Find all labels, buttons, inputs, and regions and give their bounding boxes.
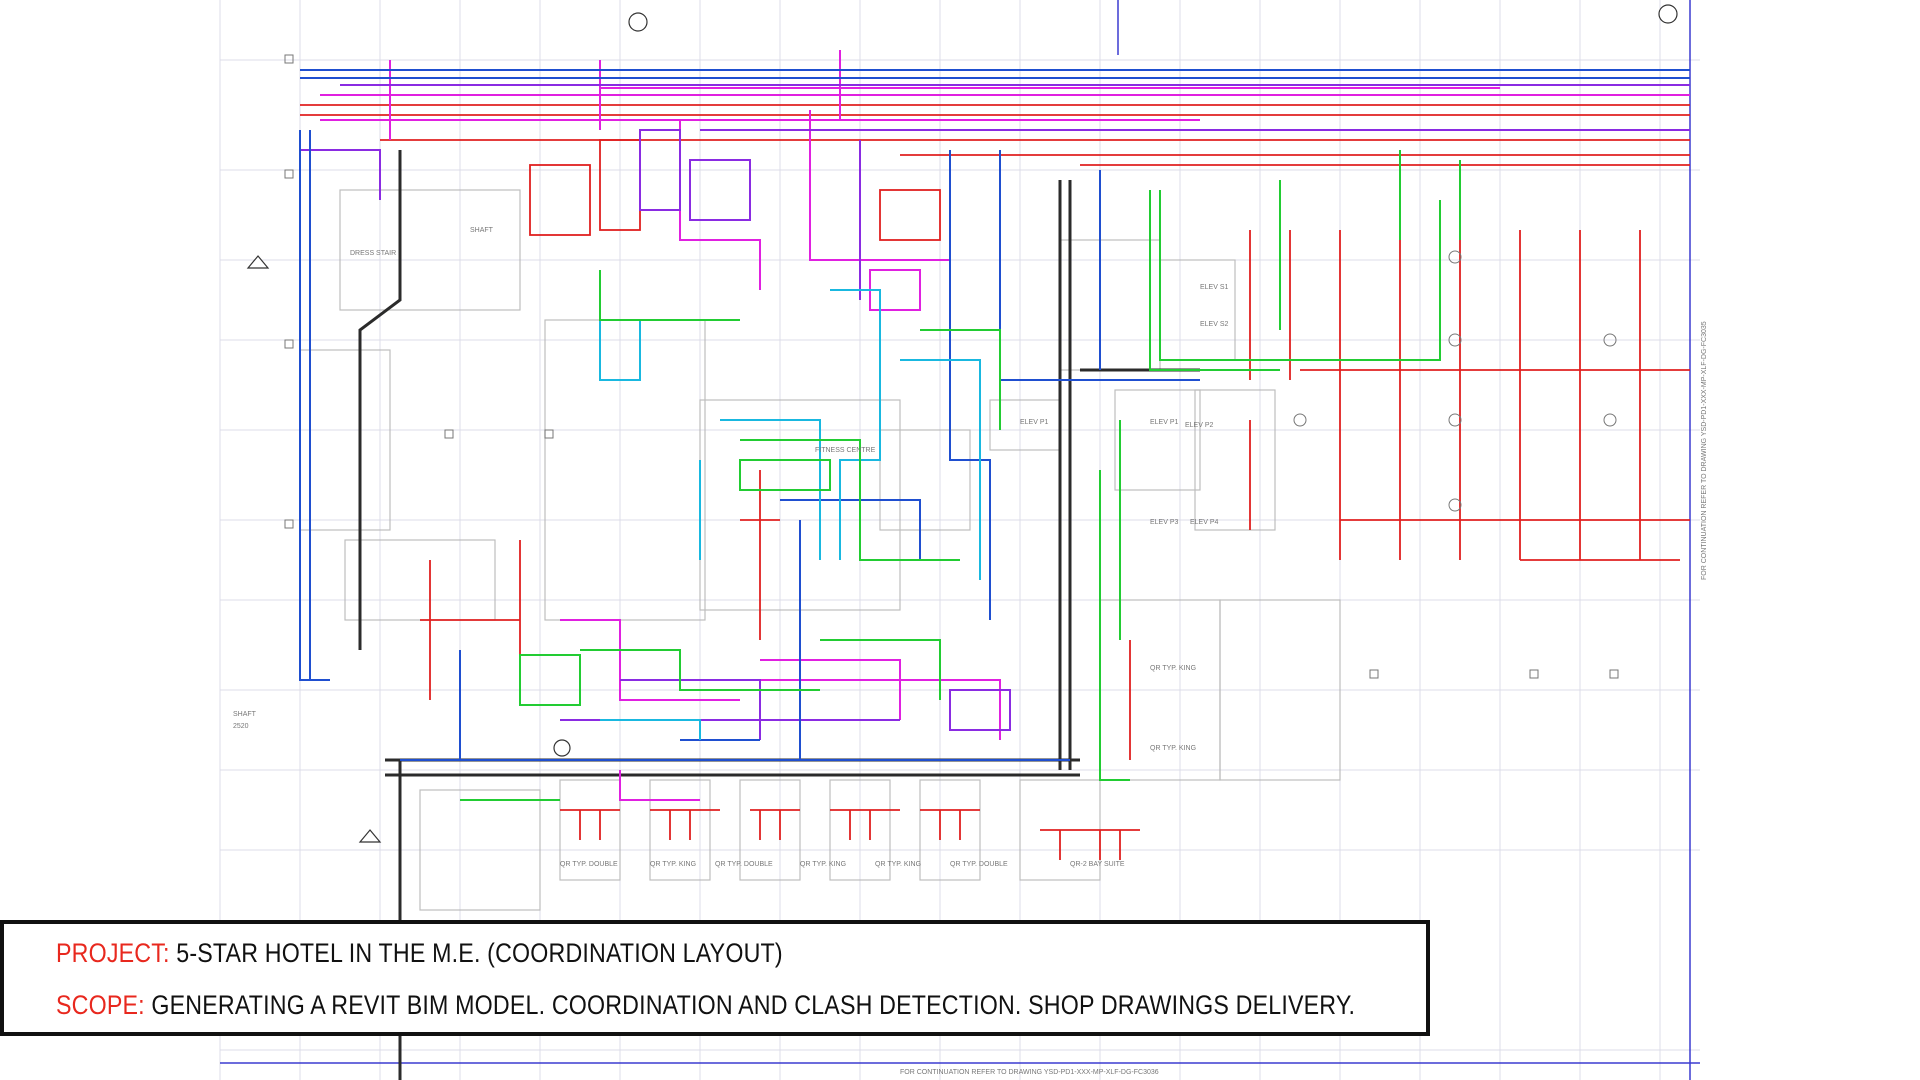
project-info-panel: PROJECT: 5-STAR HOTEL IN THE M.E. (COORD…: [0, 920, 1430, 1036]
svg-text:ELEV P1: ELEV P1: [1150, 419, 1179, 426]
duct-blue: [299, 69, 1690, 761]
svg-text:ELEV P2: ELEV P2: [1185, 422, 1214, 429]
svg-text:QR TYP. KING: QR TYP. KING: [875, 861, 921, 868]
svg-text:QR TYP. KING: QR TYP. KING: [650, 861, 696, 868]
room-labels: SHAFT DRESS STAIR SHAFT 2520 ELEV S1 ELE…: [233, 227, 1229, 868]
scope-line: SCOPE: GENERATING A REVIT BIM MODEL. COO…: [56, 990, 1355, 1021]
duct-green: [460, 150, 1461, 801]
project-value: 5-STAR HOTEL IN THE M.E. (COORDINATION L…: [176, 938, 783, 968]
fixture-symbols: [284, 54, 1619, 679]
scope-value: GENERATING A REVIT BIM MODEL. COORDINATI…: [151, 990, 1356, 1020]
svg-text:ELEV P4: ELEV P4: [1190, 519, 1219, 526]
project-line: PROJECT: 5-STAR HOTEL IN THE M.E. (COORD…: [56, 938, 783, 969]
svg-text:DRESS STAIR: DRESS STAIR: [350, 250, 396, 257]
svg-text:QR TYP. KING: QR TYP. KING: [1150, 745, 1196, 752]
svg-text:2520: 2520: [233, 723, 249, 730]
scope-label: SCOPE:: [56, 990, 145, 1020]
svg-text:SHAFT: SHAFT: [470, 227, 494, 234]
side-note: FOR CONTINUATION REFER TO DRAWING YSD-PD…: [1701, 321, 1708, 580]
svg-text:QR TYP. DOUBLE: QR TYP. DOUBLE: [950, 861, 1008, 868]
duct-purple: [300, 84, 1690, 740]
svg-text:ELEV P3: ELEV P3: [1150, 519, 1179, 526]
svg-text:ELEV P1: ELEV P1: [1020, 419, 1049, 426]
svg-text:QR TYP. KING: QR TYP. KING: [800, 861, 846, 868]
svg-text:QR TYP. KING: QR TYP. KING: [1150, 665, 1196, 672]
svg-text:QR TYP. DOUBLE: QR TYP. DOUBLE: [715, 861, 773, 868]
svg-text:QR TYP. DOUBLE: QR TYP. DOUBLE: [560, 861, 618, 868]
svg-text:ELEV S2: ELEV S2: [1200, 321, 1229, 328]
project-label: PROJECT:: [56, 938, 170, 968]
svg-text:FITNESS CENTRE: FITNESS CENTRE: [815, 447, 876, 454]
svg-text:ELEV S1: ELEV S1: [1200, 284, 1229, 291]
duct-cyan: [599, 289, 981, 740]
continuation-note: FOR CONTINUATION REFER TO DRAWING YSD-PD…: [900, 1069, 1159, 1076]
duct-magenta: [320, 50, 1690, 801]
svg-text:QR-2 BAY SUITE: QR-2 BAY SUITE: [1070, 861, 1125, 868]
mep-coordination-drawing: SHAFT DRESS STAIR SHAFT 2520 ELEV S1 ELE…: [219, 0, 1708, 1080]
duct-red: [300, 104, 1690, 860]
svg-text:SHAFT: SHAFT: [233, 711, 257, 718]
